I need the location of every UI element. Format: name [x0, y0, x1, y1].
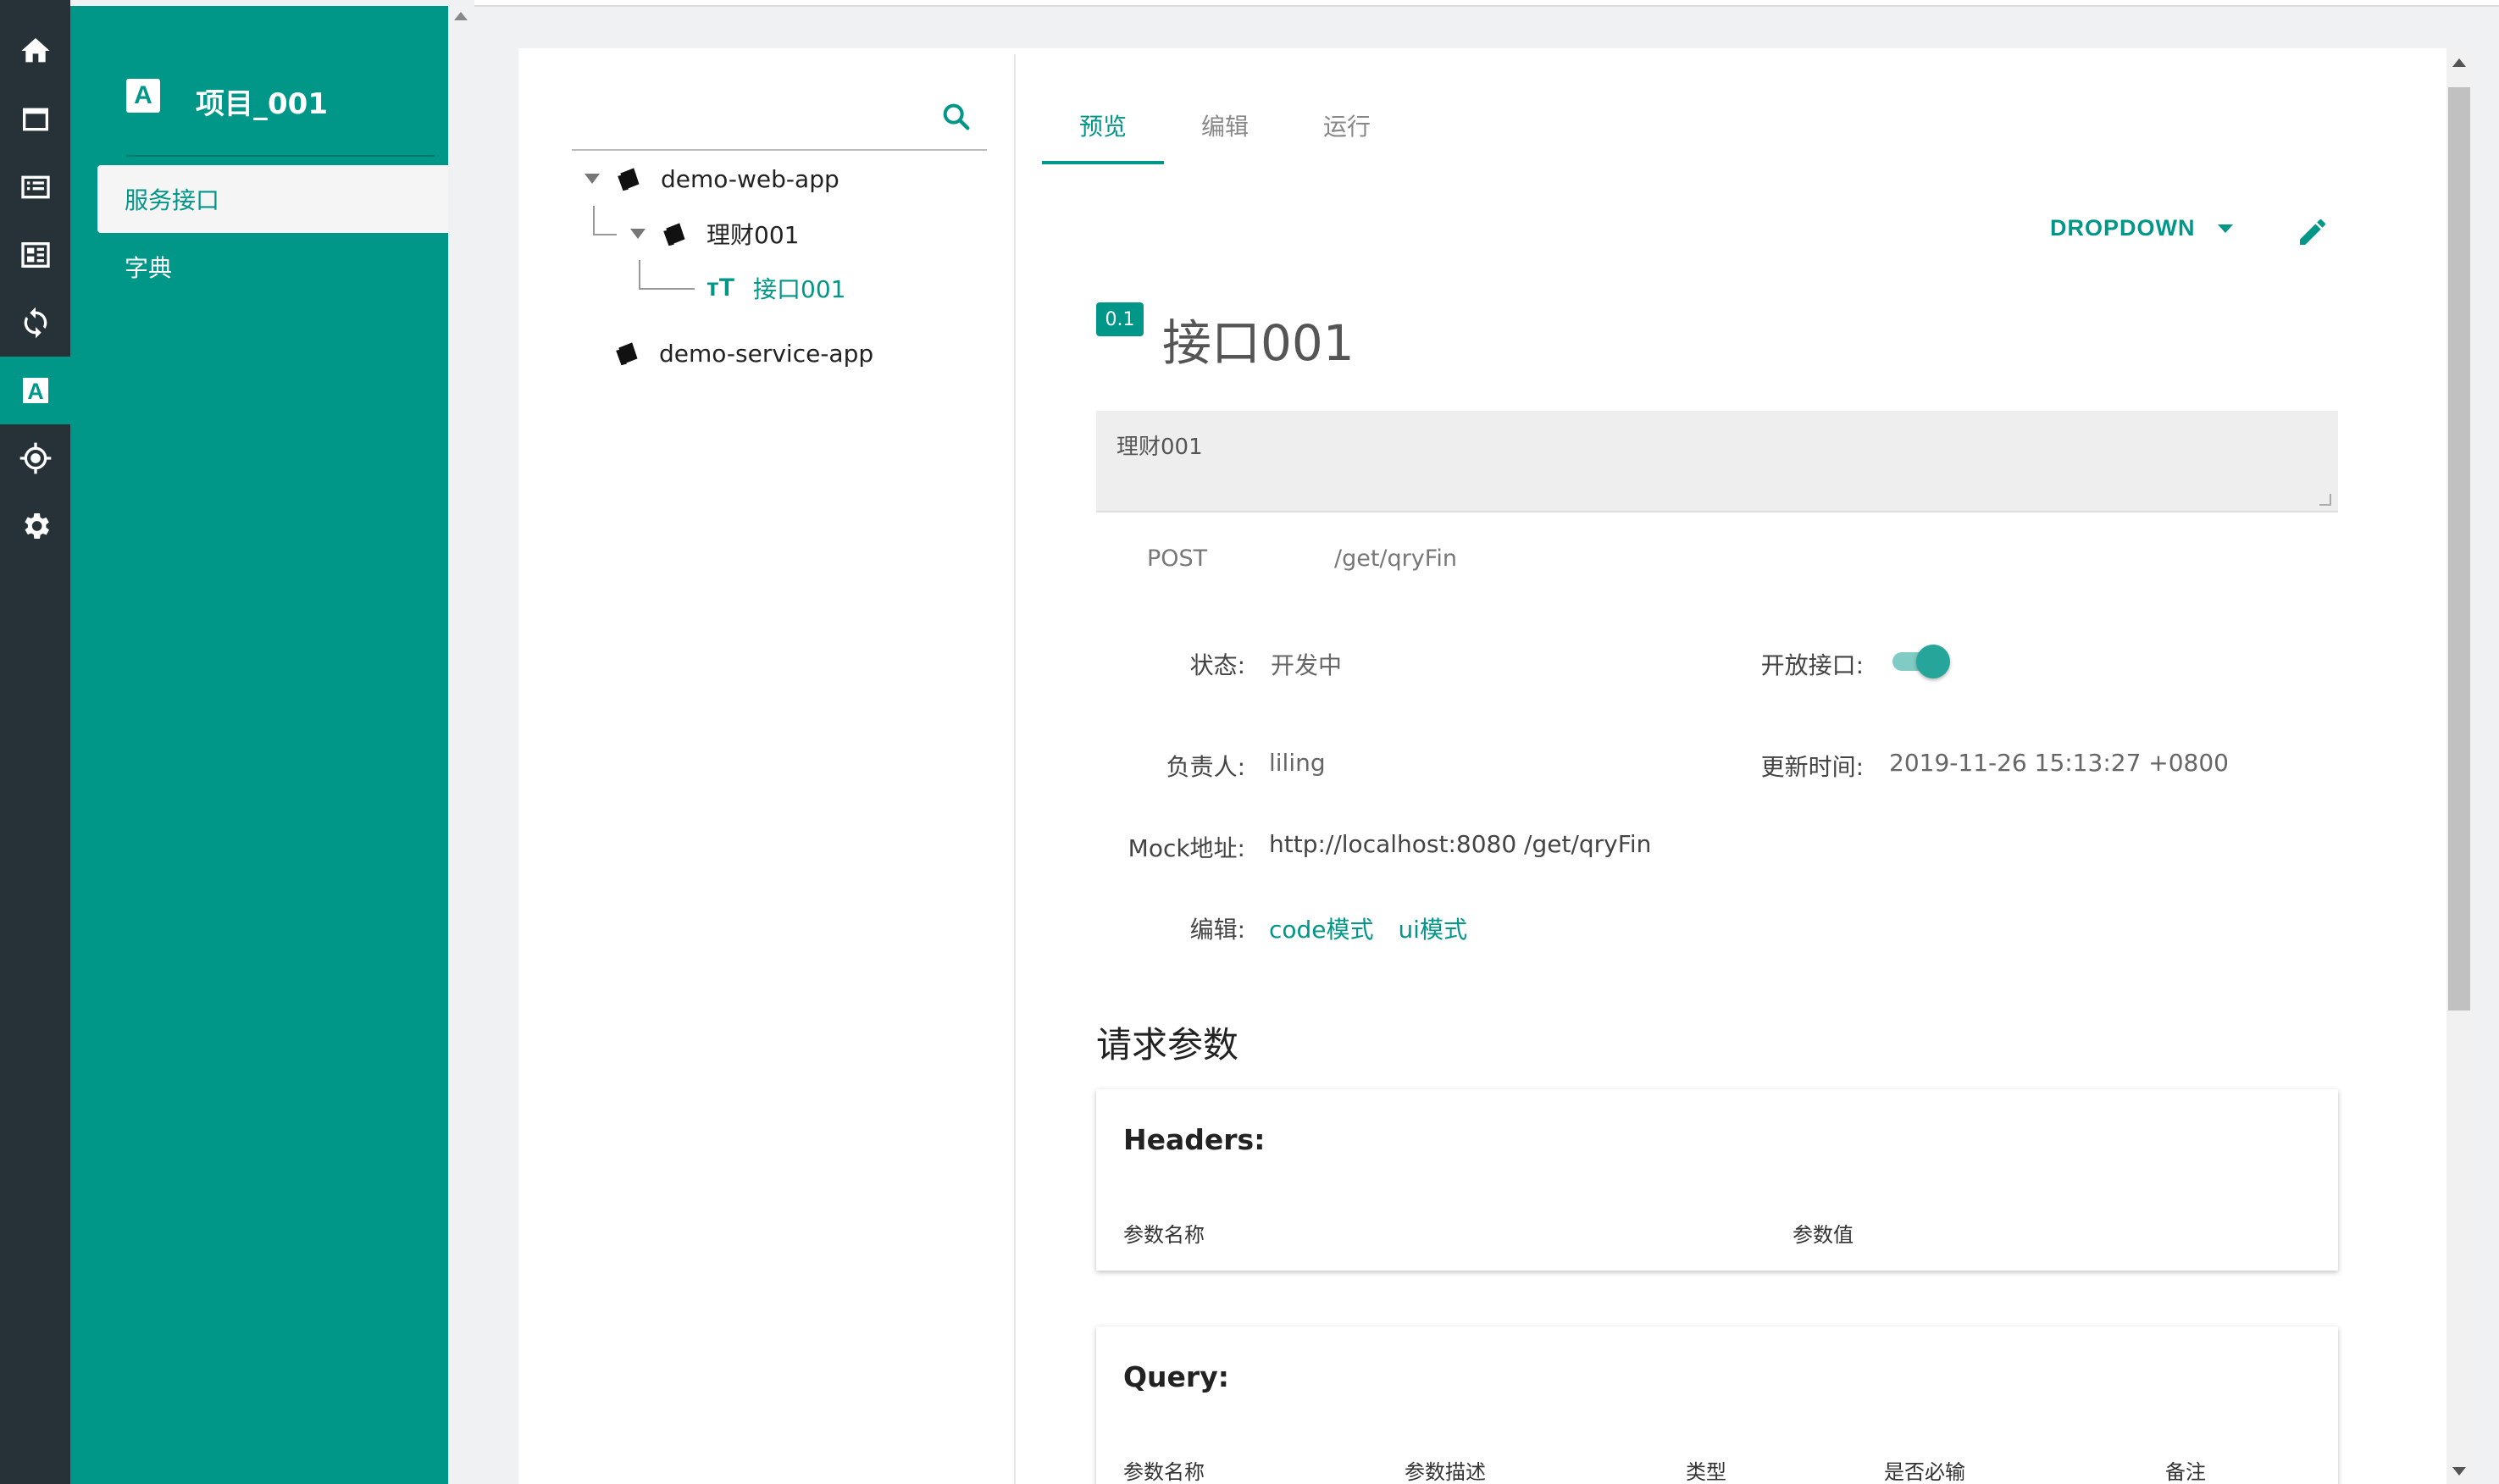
- tree-connector: [593, 234, 617, 235]
- api-path: /get/qryFin: [1334, 545, 1457, 572]
- headers-title: Headers:: [1123, 1123, 1266, 1156]
- toggle-thumb: [1916, 645, 1950, 678]
- column-header: 是否必输: [1884, 1460, 1965, 1484]
- tab-preview[interactable]: 预览: [1042, 103, 1164, 164]
- dashboard-icon: [20, 242, 50, 268]
- sync-icon: [24, 307, 47, 339]
- query-title: Query:: [1123, 1360, 1229, 1393]
- app-folder-icon: [618, 168, 640, 191]
- expand-caret-icon[interactable]: [585, 174, 600, 184]
- nav-item-label: 服务接口: [125, 186, 220, 214]
- tree-node-label: demo-web-app: [661, 164, 839, 193]
- api-a-icon: A: [22, 378, 48, 404]
- home-icon: [20, 38, 50, 63]
- tree-node-label: demo-service-app: [659, 339, 874, 368]
- rail-settings[interactable]: [0, 492, 70, 560]
- list-icon: [20, 175, 50, 199]
- tab-edit[interactable]: 编辑: [1164, 103, 1286, 164]
- project-title: 项目_001: [196, 87, 328, 121]
- mock-url-value[interactable]: http://localhost:8080 /get/qryFin: [1269, 830, 1651, 858]
- code-mode-link[interactable]: code模式: [1269, 916, 1374, 944]
- text-type-icon: тT: [706, 274, 735, 302]
- tree-node-label: 理财001: [706, 221, 800, 249]
- tab-label: 编辑: [1200, 113, 1249, 141]
- vertical-scrollbar[interactable]: [2446, 48, 2472, 1484]
- status-value: 开发中: [1271, 651, 1343, 679]
- resize-grip-icon[interactable]: [2319, 494, 2331, 506]
- api-title: 接口001: [1162, 314, 1355, 372]
- nav-item-label: 字典: [125, 254, 173, 282]
- scroll-down-icon[interactable]: [2452, 1467, 2466, 1476]
- gear-icon: [24, 513, 49, 539]
- target-icon: [19, 442, 51, 474]
- rail-target[interactable]: [0, 424, 70, 492]
- owner-value: liling: [1269, 749, 1326, 777]
- column-header: 参数描述: [1405, 1460, 1486, 1484]
- pencil-icon[interactable]: [2296, 215, 2330, 249]
- status-label: 状态:: [1189, 651, 1245, 679]
- rail-home[interactable]: [0, 17, 70, 85]
- http-method: POST: [1147, 545, 1208, 572]
- tree-connector: [593, 206, 595, 235]
- nav-item-dictionary[interactable]: 字典: [97, 233, 448, 301]
- page-scroll-up-icon[interactable]: [454, 12, 468, 20]
- mock-url-label: Mock地址:: [1128, 834, 1245, 862]
- edit-mode-label: 编辑:: [1189, 916, 1245, 944]
- project-nav: A 项目_001 服务接口 字典: [70, 6, 448, 1484]
- rail-list[interactable]: [0, 153, 70, 221]
- ui-mode-link[interactable]: ui模式: [1398, 916, 1467, 944]
- rail-dashboard[interactable]: [0, 221, 70, 289]
- open-api-toggle[interactable]: [1891, 644, 1952, 678]
- column-header: 参数值: [1793, 1223, 1853, 1247]
- updated-value: 2019-11-26 15:13:27 +0800: [1889, 749, 2229, 777]
- dropdown-button[interactable]: DROPDOWN: [2050, 215, 2233, 241]
- app-folder-icon: [616, 342, 638, 366]
- tree-node-licai001[interactable]: 理财001: [630, 217, 799, 251]
- scroll-up-icon[interactable]: [2452, 58, 2466, 67]
- column-header: 参数名称: [1123, 1223, 1205, 1247]
- top-strip: [474, 0, 2499, 7]
- description-text: 理财001: [1117, 435, 1203, 460]
- expand-caret-icon[interactable]: [630, 229, 646, 239]
- nav-header: A 项目_001: [126, 74, 435, 157]
- search-icon[interactable]: [939, 100, 973, 134]
- tab-label: 运行: [1322, 113, 1371, 141]
- tree-search-bar[interactable]: [572, 90, 987, 151]
- query-card: Query: 参数名称 参数描述 类型 是否必输 备注: [1096, 1326, 2338, 1484]
- rail-window[interactable]: [0, 86, 70, 153]
- icon-rail: A: [0, 0, 70, 1484]
- owner-label: 负责人:: [1166, 753, 1245, 781]
- version-badge: 0.1: [1096, 302, 1144, 336]
- request-params-title: 请求参数: [1096, 1024, 1239, 1066]
- column-header: 备注: [2165, 1460, 2206, 1484]
- tree-node-label: 接口001: [753, 275, 846, 303]
- column-header: 参数名称: [1123, 1460, 1205, 1484]
- project-logo: A: [126, 79, 160, 113]
- panel-divider: [1014, 54, 1016, 1484]
- tree-connector: [639, 288, 695, 290]
- dropdown-label: DROPDOWN: [2050, 215, 2196, 241]
- module-folder-icon: [663, 223, 685, 246]
- svg-text:A: A: [27, 379, 43, 404]
- tab-run[interactable]: 运行: [1286, 103, 1408, 164]
- tree-node-demo-service-app[interactable]: demo-service-app: [613, 337, 873, 369]
- edit-mode-links: code模式 ui模式: [1269, 911, 1467, 945]
- tree-connector: [639, 260, 640, 289]
- tab-label: 预览: [1078, 113, 1127, 141]
- rail-api[interactable]: A: [0, 357, 70, 424]
- headers-card: Headers: 参数名称 参数值: [1096, 1089, 2338, 1271]
- tree-node-demo-web-app[interactable]: demo-web-app: [585, 163, 839, 195]
- open-api-label: 开放接口:: [1760, 651, 1864, 679]
- scroll-thumb[interactable]: [2448, 87, 2470, 1011]
- tree-node-jiekou001[interactable]: тT 接口001: [706, 271, 845, 305]
- project-logo-letter: A: [134, 81, 152, 109]
- description-textarea[interactable]: 理财001: [1096, 411, 2338, 512]
- updated-label: 更新时间:: [1760, 753, 1864, 781]
- caret-down-icon: [2217, 224, 2233, 233]
- nav-item-service-api[interactable]: 服务接口: [97, 165, 448, 233]
- window-icon: [22, 108, 48, 131]
- column-header: 类型: [1686, 1460, 1726, 1484]
- rail-sync[interactable]: [0, 289, 70, 357]
